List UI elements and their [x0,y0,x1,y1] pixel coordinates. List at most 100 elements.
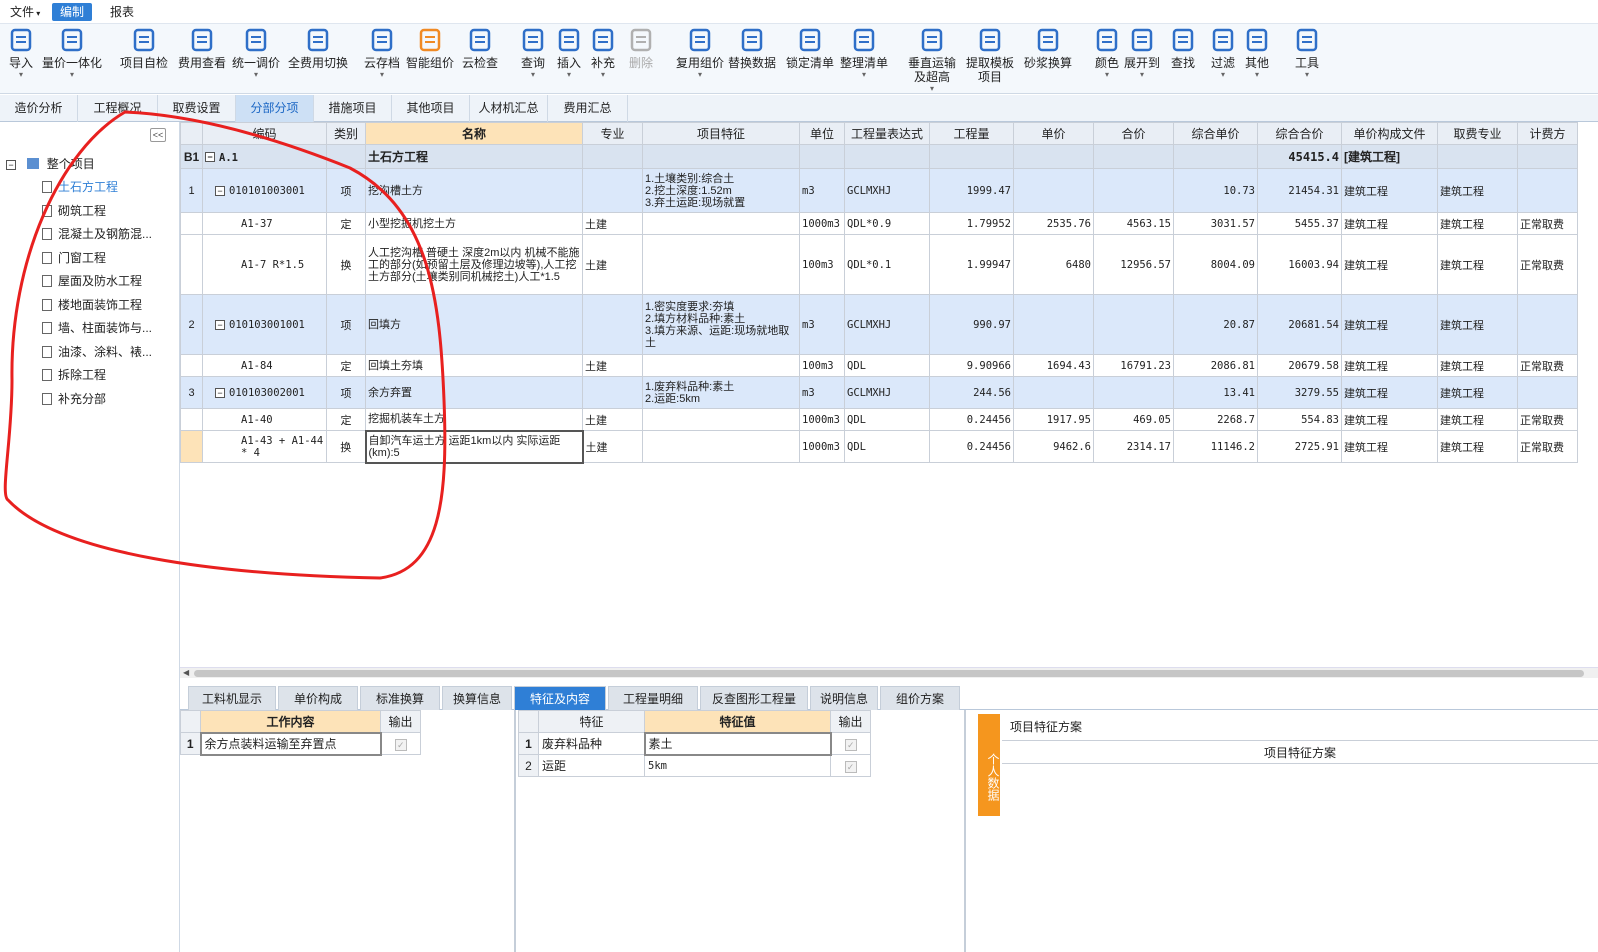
grid-cell[interactable]: 建筑工程 [1341,168,1438,213]
column-header[interactable]: 工程量表达式 [844,122,930,145]
grid-cell[interactable]: B1 [180,144,203,169]
grid-cell[interactable] [642,354,800,377]
tree-item[interactable]: 门窗工程 [42,249,106,267]
detail-tab-1[interactable]: 单价构成 [278,686,358,710]
grid-cell[interactable]: 5455.37 [1257,212,1342,235]
grid-cell[interactable] [582,376,643,409]
grid-cell[interactable]: 建筑工程 [1437,212,1518,235]
grid-cell[interactable] [582,294,643,355]
grid-cell[interactable]: 建筑工程 [1437,294,1518,355]
grid-cell[interactable] [1173,144,1258,169]
grid-cell[interactable] [1093,168,1174,213]
work-content-cell[interactable]: 余方点装料运输至弃置点 [199,731,382,756]
find-button[interactable]: 查找 [1170,27,1196,91]
table-row[interactable]: 1−010101003001 项挖沟槽土方 1.土壤类别:综合土 2.挖土深度:1.… [180,168,1578,213]
grid-cell[interactable]: 建筑工程 [1341,354,1438,377]
detail-tab-0[interactable]: 工料机显示 [188,686,276,710]
splitter[interactable] [514,710,516,952]
tree-item[interactable]: 屋面及防水工程 [42,272,142,290]
detail-tab-2[interactable]: 标准换算 [360,686,440,710]
tab-6[interactable]: 人材机汇总 [470,95,548,122]
grid-cell[interactable] [326,144,366,169]
grid-cell[interactable]: 建筑工程 [1341,234,1438,295]
output-checkbox[interactable]: ✓ [830,754,871,777]
grid-cell[interactable]: 3279.55 [1257,376,1342,409]
vertical-transport-button[interactable]: 垂直运输 及超高 ▾ [908,27,956,93]
grid-cell[interactable]: 0.24456 [929,430,1014,463]
grid-cell[interactable]: 挖沟槽土方 [365,168,583,213]
grid-cell[interactable]: GCLMXHJ [844,376,930,409]
grid-cell[interactable]: 9.90966 [929,354,1014,377]
detail-tab-6[interactable]: 反查图形工程量 [700,686,808,710]
grid-cell[interactable]: 1917.95 [1013,408,1094,431]
grid-cell[interactable]: 人工挖沟槽 普硬土 深度2m以内 机械不能施工的部分(如预留土层及修理边坡等),… [365,234,583,295]
grid-cell[interactable]: 定 [326,408,366,431]
grid-cell[interactable]: 554.83 [1257,408,1342,431]
menu-report[interactable]: 报表 [102,3,142,21]
tree-item[interactable]: 油漆、涂料、裱... [42,343,152,361]
grid-cell[interactable]: 1.密实度要求:夯填 2.填方材料品种:素土 3.填方来源、运距:现场就地取土 [642,294,800,355]
detail-tab-7[interactable]: 说明信息 [810,686,878,710]
collapse-icon[interactable]: − [6,159,16,170]
grid-cell[interactable] [180,212,203,235]
tab-3[interactable]: 分部分项 [236,95,314,122]
grid-cell[interactable]: 100m3 [799,354,845,377]
grid-cell[interactable]: −010101003001 [202,168,327,213]
grid-cell[interactable]: 建筑工程 [1341,408,1438,431]
grid-cell[interactable]: 9462.6 [1013,430,1094,463]
grid-cell[interactable]: QDL [844,354,930,377]
grid-cell[interactable]: 1000m3 [799,212,845,235]
detail-tab-3[interactable]: 换算信息 [442,686,512,710]
grid-cell[interactable]: 项 [326,376,366,409]
grid-cell[interactable] [642,408,800,431]
grid-cell[interactable] [799,144,845,169]
grid-cell[interactable]: 小型挖掘机挖土方 [365,212,583,235]
grid-cell[interactable] [180,408,203,431]
grid-cell[interactable] [582,168,643,213]
query-button[interactable]: 查询 ▾ [520,27,546,91]
grid-cell[interactable]: 13.41 [1173,376,1258,409]
grid-cell[interactable]: 1000m3 [799,408,845,431]
replace-data-button[interactable]: 替换数据 [728,27,776,91]
grid-cell[interactable]: 20679.58 [1257,354,1342,377]
grid-cell[interactable]: 3031.57 [1173,212,1258,235]
grid-cell[interactable]: 1.土壤类别:综合土 2.挖土深度:1.52m 3.弃土运距:现场就置 [642,168,800,213]
grid-cell[interactable]: 45415.4 [1257,144,1342,169]
column-header[interactable]: 单位 [799,122,845,145]
grid-cell[interactable]: 2535.76 [1013,212,1094,235]
grid-cell[interactable]: 1 [180,168,203,213]
column-header[interactable]: 单价构成文件 [1341,122,1438,145]
grid-cell[interactable]: 4563.15 [1093,212,1174,235]
tree-item[interactable]: 砌筑工程 [42,202,106,220]
grid-cell[interactable]: 正常取费 [1517,430,1578,463]
grid-cell[interactable]: 11146.2 [1173,430,1258,463]
grid-cell[interactable]: 定 [326,354,366,377]
grid-cell[interactable]: m3 [799,294,845,355]
grid-cell[interactable]: 469.05 [1093,408,1174,431]
grid-cell[interactable]: 挖掘机装车土方 [365,408,583,431]
grid-cell[interactable] [1517,294,1578,355]
grid-cell[interactable]: 换 [326,430,366,463]
table-row[interactable]: 2 运距 5km ✓ [518,754,871,777]
tree-root[interactable]: − 整个项目 [6,156,95,172]
table-row[interactable]: 1 废弃料品种 素土 ✓ [518,731,871,756]
grid-cell[interactable]: 8004.09 [1173,234,1258,295]
column-header[interactable]: 专业 [582,122,643,145]
grid-cell[interactable]: 余方弃置 [365,376,583,409]
grid-cell[interactable] [1437,144,1518,169]
grid-cell[interactable] [929,144,1014,169]
grid-cell[interactable] [1013,294,1094,355]
grid-cell[interactable]: 建筑工程 [1341,376,1438,409]
grid-cell[interactable]: 21454.31 [1257,168,1342,213]
collapse-icon[interactable]: − [215,387,225,398]
delete-button[interactable]: 删除 [628,27,654,91]
grid-cell[interactable]: 1000m3 [799,430,845,463]
personal-data-tab[interactable]: 个人数据 [978,714,1000,816]
grid-cell[interactable]: 建筑工程 [1437,168,1518,213]
grid-cell[interactable]: −010103001001 [202,294,327,355]
grid-cell[interactable]: 244.56 [929,376,1014,409]
grid-cell[interactable]: 建筑工程 [1437,430,1518,463]
tab-1[interactable]: 工程概况 [78,95,158,122]
grid-cell[interactable] [642,430,800,463]
grid-cell[interactable]: 自卸汽车运土方 运距1km以内 实际运距(km):5 [364,429,584,464]
